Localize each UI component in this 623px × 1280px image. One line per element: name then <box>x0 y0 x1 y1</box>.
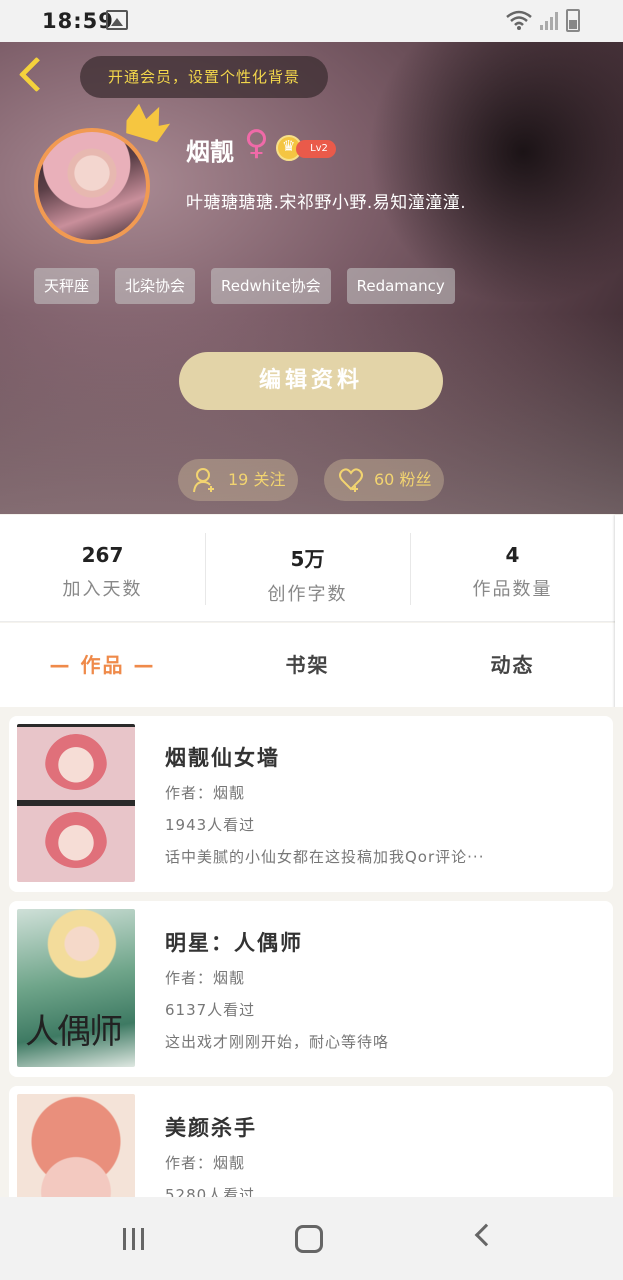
stat-value: 4 <box>505 543 520 567</box>
work-title: 明星：人偶师 <box>165 931 303 955</box>
username: 烟靓 <box>186 138 234 166</box>
tag-item[interactable]: 北染协会 <box>115 268 196 304</box>
stat-word-count: 5万 创作字数 <box>205 515 410 621</box>
tab-bookshelf[interactable]: 书架 <box>205 623 410 707</box>
user-bio: 叶瑭瑭瑭瑭.宋祁野小野.易知潼潼潼. <box>186 193 467 213</box>
fans-button[interactable]: 60 粉丝 <box>324 459 444 501</box>
heart-icon <box>339 468 363 492</box>
work-author: 作者：烟靓 <box>165 784 246 802</box>
stat-value: 267 <box>81 543 124 567</box>
back-button[interactable] <box>14 56 54 98</box>
work-cover-image <box>17 1094 135 1197</box>
tag-item[interactable]: Redamancy <box>346 268 455 304</box>
work-title: 美颜杀手 <box>165 1116 257 1140</box>
stat-label: 作品数量 <box>472 579 553 600</box>
status-time: 18:59 <box>42 9 114 33</box>
stat-works-count: 4 作品数量 <box>410 515 615 621</box>
following-count: 19 关注 <box>228 470 286 489</box>
status-bar: 18:59 <box>0 0 623 42</box>
works-list: 烟靓仙女墙 作者：烟靓 1943人看过 话中美腻的小仙女都在这投稿加我Qor评论… <box>0 707 623 1197</box>
list-item[interactable]: 人偶师 明星：人偶师 作者：烟靓 6137人看过 这出戏才刚刚开始，耐心等待咯 <box>9 901 613 1077</box>
stats-panel: 267 加入天数 5万 创作字数 4 作品数量 <box>0 515 615 622</box>
system-nav-bar <box>0 1197 623 1280</box>
list-item[interactable]: 烟靓仙女墙 作者：烟靓 1943人看过 话中美腻的小仙女都在这投稿加我Qor评论… <box>9 716 613 892</box>
recent-apps-icon[interactable] <box>121 1228 147 1250</box>
avatar[interactable] <box>34 128 150 244</box>
work-author: 作者：烟靓 <box>165 969 246 987</box>
level-text: Lv2 <box>296 140 336 158</box>
work-views: 5280人看过 <box>165 1186 256 1197</box>
following-button[interactable]: 19 关注 <box>178 459 298 501</box>
tab-activity[interactable]: 动态 <box>410 623 615 707</box>
crown-icon <box>126 103 171 143</box>
stat-join-days: 267 加入天数 <box>0 515 205 621</box>
work-author: 作者：烟靓 <box>165 1154 246 1172</box>
profile-header: 开通会员，设置个性化背景 烟靓 ♀ Lv2 叶瑭瑭瑭瑭.宋祁野小野.易知潼潼潼.… <box>0 42 623 514</box>
gallery-icon <box>106 10 128 30</box>
signal-icon <box>540 12 560 30</box>
wifi-icon <box>506 10 532 35</box>
work-views: 6137人看过 <box>165 1001 256 1019</box>
work-description: 这出戏才刚刚开始，耐心等待咯 <box>165 1033 390 1051</box>
tag-item[interactable]: 天秤座 <box>34 268 100 304</box>
home-icon[interactable] <box>295 1225 323 1253</box>
stat-value: 5万 <box>290 547 325 571</box>
tab-works[interactable]: — 作品 — <box>0 623 205 707</box>
work-title: 烟靓仙女墙 <box>165 746 280 770</box>
work-views: 1943人看过 <box>165 816 256 834</box>
back-icon[interactable] <box>474 1223 498 1247</box>
work-cover-image: 人偶师 <box>17 909 135 1067</box>
stat-label: 加入天数 <box>62 579 143 600</box>
tag-list: 天秤座 北染协会 Redwhite协会 Redamancy <box>34 268 455 304</box>
work-description: 话中美腻的小仙女都在这投稿加我Qor评论··· <box>165 848 485 866</box>
cover-text: 人偶师 <box>25 1012 123 1052</box>
vip-background-prompt[interactable]: 开通会员，设置个性化背景 <box>80 56 328 98</box>
add-user-icon <box>193 468 214 493</box>
female-gender-icon: ♀ <box>244 123 269 163</box>
fans-count: 60 粉丝 <box>374 470 432 489</box>
edit-profile-button[interactable]: 编辑资料 <box>179 352 443 410</box>
work-cover-image <box>17 724 135 882</box>
stat-label: 创作字数 <box>267 584 348 605</box>
tab-bar: — 作品 — 书架 动态 <box>0 623 615 707</box>
battery-icon <box>566 9 580 32</box>
list-item[interactable]: 美颜杀手 作者：烟靓 5280人看过 <box>9 1086 613 1197</box>
tag-item[interactable]: Redwhite协会 <box>211 268 331 304</box>
